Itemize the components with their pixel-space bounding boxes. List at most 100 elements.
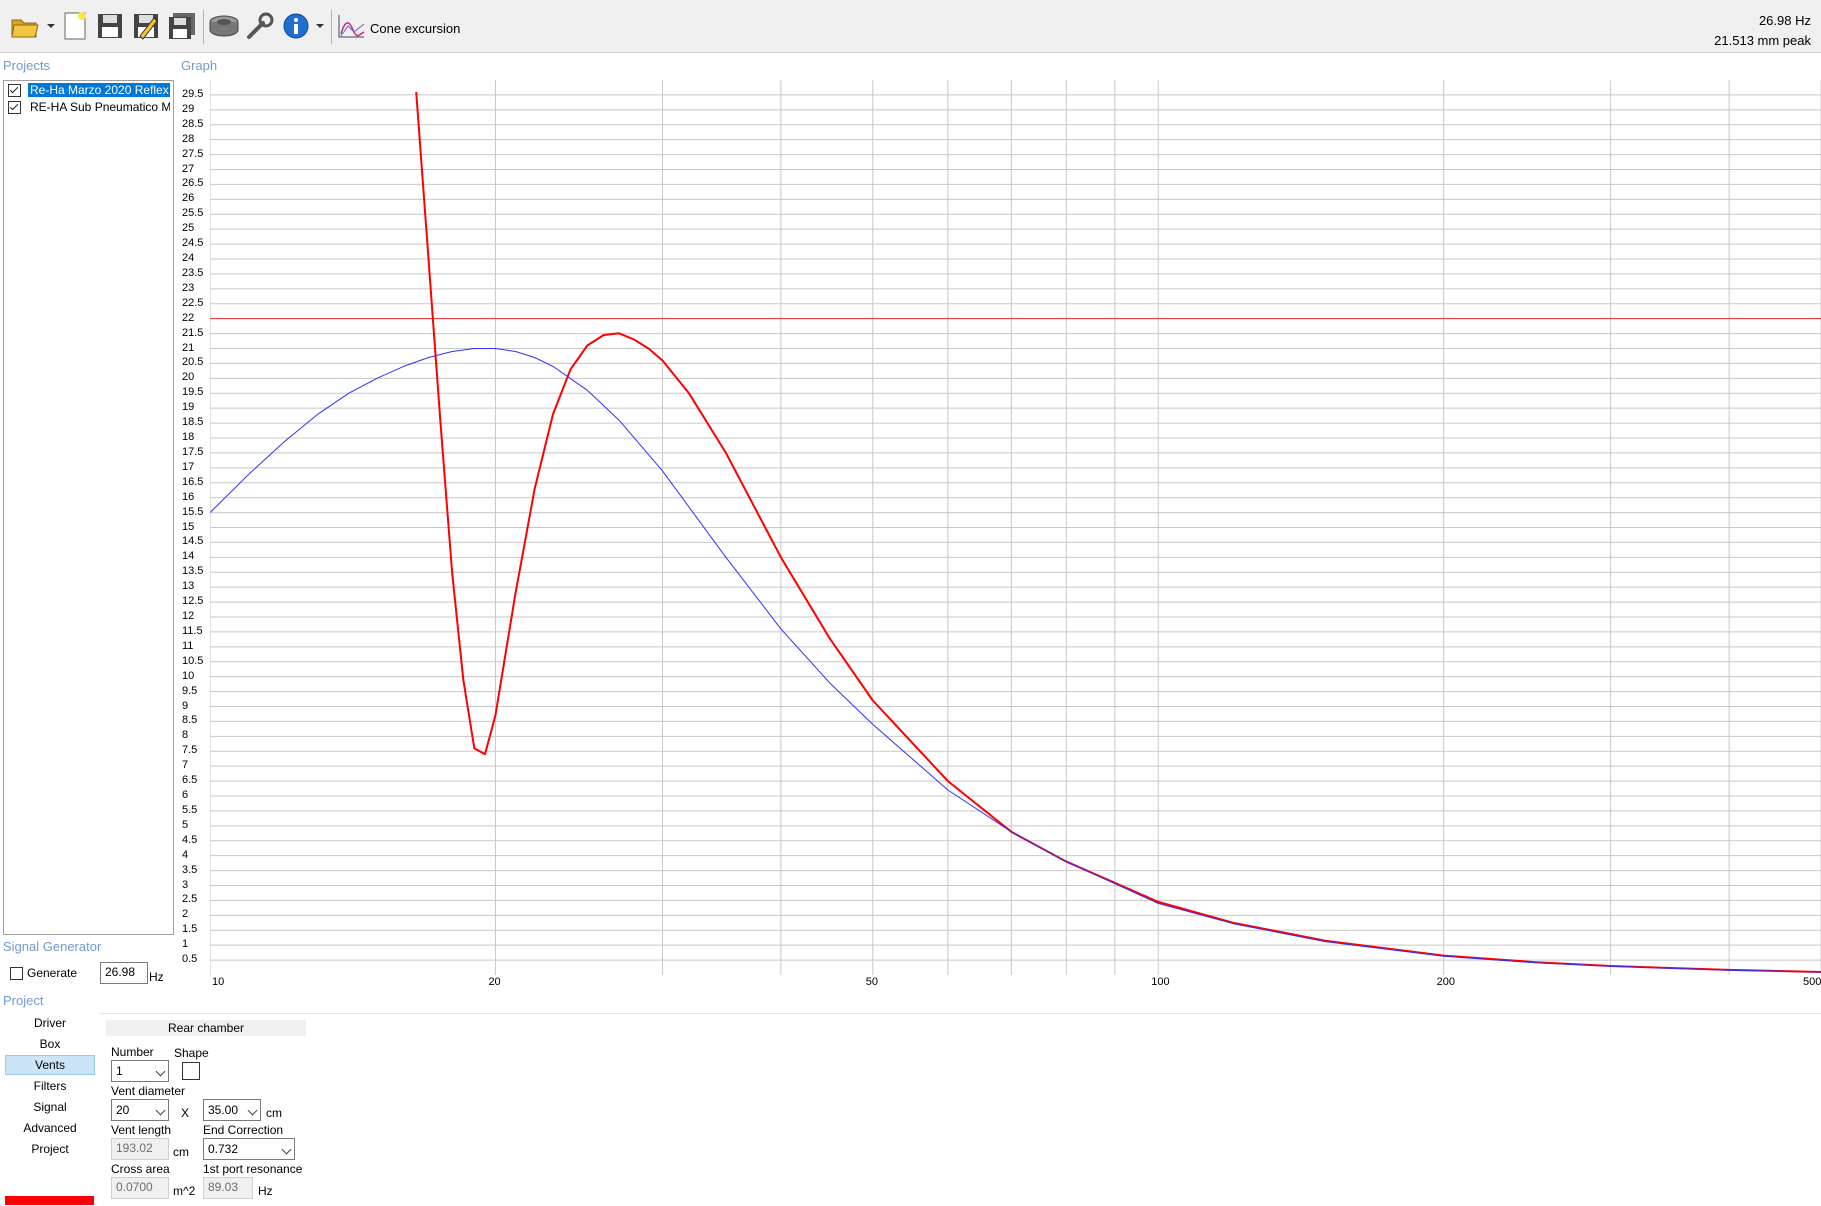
y-tick-label: 12.5 [182,595,204,608]
project-2-label[interactable]: RE-HA Sub Pneumatico Ma [28,100,170,114]
vent-number-select[interactable]: 1 [111,1060,169,1082]
driver-icon [209,15,239,37]
nav-advanced[interactable]: Advanced [5,1118,95,1138]
save-button[interactable] [93,8,127,44]
generator-frequency-input[interactable]: 26.98 [100,962,148,984]
tools-button[interactable] [243,8,277,44]
toolbar-separator [331,10,332,44]
y-tick-label: 8 [182,729,189,742]
y-tick-label: 19.5 [182,386,204,399]
new-file-button[interactable] [58,8,92,44]
save-edit-button[interactable] [129,8,163,44]
y-tick-label: 26 [182,192,195,205]
generate-label[interactable]: Generate [27,966,77,980]
y-tick-label: 2 [182,908,189,921]
y-tick-label: 27.5 [182,147,204,160]
shape-label: Shape [174,1046,209,1060]
y-tick-label: 11 [182,639,194,652]
vent-number-value: 1 [116,1064,123,1078]
y-tick-label: 21 [182,341,195,354]
project-1-checkbox[interactable] [8,83,21,97]
open-dropdown-arrow[interactable] [47,24,55,28]
vent-depth-select[interactable]: 35.00 [203,1099,261,1121]
end-correction-value: 0.732 [208,1142,239,1156]
driver-button[interactable] [207,8,241,44]
series-line-2 [210,348,1821,973]
y-tick-label: 7 [182,759,189,772]
chevron-down-icon [281,1144,292,1155]
nav-driver[interactable]: Driver [5,1013,95,1033]
info-button[interactable] [279,8,313,44]
projects-list[interactable]: Re-Ha Marzo 2020 Reflex RE-HA Sub Pneuma… [3,80,174,935]
generate-row: Generate [10,966,77,980]
save-as-icon [169,13,195,39]
port-resonance-hz-unit: Hz [258,1184,273,1198]
project-1-label[interactable]: Re-Ha Marzo 2020 Reflex [28,83,170,97]
vent-depth-value: 35.00 [208,1103,239,1117]
project-2-checkbox[interactable] [8,100,21,114]
y-tick-label: 3 [182,878,189,891]
x-tick-label: 500 [1803,976,1821,988]
project-item-1[interactable]: Re-Ha Marzo 2020 Reflex [8,82,170,98]
y-tick-label: 16 [182,490,195,503]
cross-area-input[interactable]: 0.0700 [111,1177,169,1199]
port-resonance-input[interactable]: 89.03 [203,1177,253,1199]
y-tick-label: 28.5 [182,117,204,130]
toolbar-separator [203,10,204,44]
y-tick-label: 10.5 [182,654,204,667]
y-tick-label: 5.5 [182,803,198,816]
y-tick-label: 28 [182,132,195,145]
open-folder-button[interactable] [8,8,42,44]
y-tick-label: 11.5 [182,624,203,637]
y-tick-label: 3.5 [182,863,198,876]
view-title: Cone excursion [370,21,461,36]
y-tick-label: 20.5 [182,356,204,369]
new-file-icon [64,12,86,40]
y-tick-label: 29 [182,102,195,115]
y-tick-label: 15 [182,520,195,533]
chevron-down-icon [155,1066,166,1077]
graph-title: Graph [181,58,218,73]
cursor-value-readout: 21.513 mm peak [1714,33,1811,48]
y-tick-label: 13 [182,580,195,593]
project-item-2[interactable]: RE-HA Sub Pneumatico Ma [8,99,170,115]
chevron-down-icon [247,1105,258,1116]
nav-vents[interactable]: Vents [5,1055,95,1075]
y-tick-label: 24.5 [182,237,204,250]
y-tick-label: 6.5 [182,774,198,787]
y-tick-label: 17.5 [182,445,204,458]
save-edit-icon [134,14,158,40]
nav-filters[interactable]: Filters [5,1076,95,1096]
y-tick-label: 19 [182,401,195,414]
save-as-button[interactable] [165,8,199,44]
y-tick-label: 21.5 [182,326,204,339]
vent-length-input[interactable]: 193.02 [111,1138,169,1160]
project-nav-title: Project [3,993,44,1008]
y-tick-label: 16.5 [182,475,204,488]
nav-project[interactable]: Project [5,1139,95,1159]
nav-signal[interactable]: Signal [5,1097,95,1117]
status-indicator [5,1196,94,1205]
end-correction-label: End Correction [203,1123,284,1137]
open-folder-icon [11,19,39,38]
cross-area-label: Cross area [111,1162,170,1176]
x-tick-label: 50 [865,976,879,988]
length-cm-unit: cm [173,1145,189,1159]
y-tick-label: 5 [182,818,189,831]
y-tick-label: 6 [182,789,189,801]
generate-checkbox[interactable] [10,966,23,980]
nav-box[interactable]: Box [5,1034,95,1054]
vent-shape-checkbox[interactable] [182,1062,200,1080]
chart-series [210,91,1821,973]
vent-diameter-select[interactable]: 20 [111,1099,169,1121]
y-tick-label: 23.5 [182,266,204,279]
vents-panel [100,1013,1821,1206]
y-tick-label: 15.5 [182,505,204,518]
chevron-down-icon [155,1105,166,1116]
cone-excursion-chart[interactable] [210,80,1821,975]
cone-excursion-button[interactable] [334,8,368,44]
generator-hz-unit: Hz [149,970,164,984]
info-dropdown-arrow[interactable] [316,24,324,28]
y-tick-label: 9.5 [182,684,198,697]
end-correction-select[interactable]: 0.732 [203,1138,295,1160]
